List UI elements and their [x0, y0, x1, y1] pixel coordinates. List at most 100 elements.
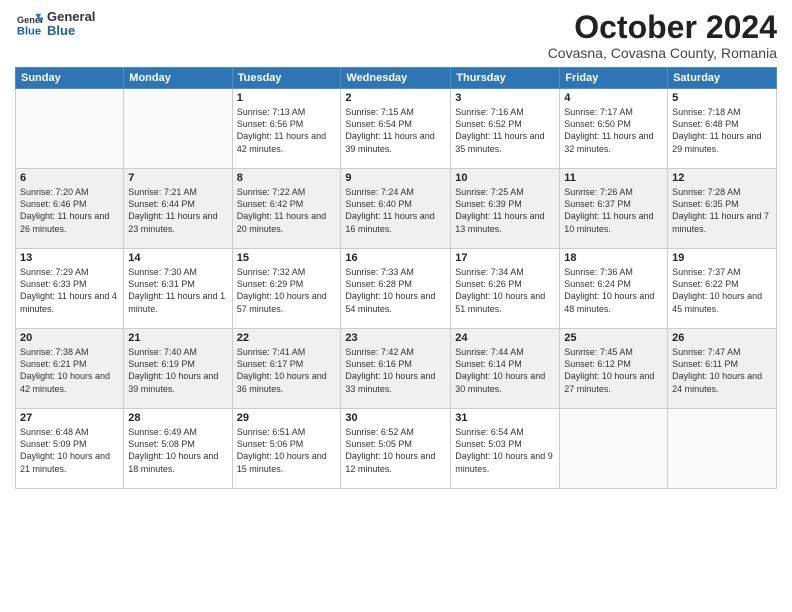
day-number: 4: [564, 92, 663, 104]
header: General Blue General Blue October 2024 C…: [15, 10, 777, 61]
day-info: Sunrise: 7:25 AMSunset: 6:39 PMDaylight:…: [455, 186, 555, 235]
day-info: Sunrise: 7:30 AMSunset: 6:31 PMDaylight:…: [128, 266, 227, 315]
calendar-cell: 13Sunrise: 7:29 AMSunset: 6:33 PMDayligh…: [16, 249, 124, 329]
calendar: SundayMondayTuesdayWednesdayThursdayFrid…: [15, 67, 777, 489]
calendar-cell: 4 Sunrise: 7:17 AMSunset: 6:50 PMDaylight…: [560, 89, 668, 169]
day-number: 30: [345, 412, 446, 424]
calendar-cell: 5 Sunrise: 7:18 AMSunset: 6:48 PMDaylight…: [668, 89, 777, 169]
day-info: Sunrise: 6:48 AMSunset: 5:09 PMDaylight:…: [20, 426, 119, 475]
day-info: Sunrise: 7:28 AMSunset: 6:35 PMDaylight:…: [672, 186, 772, 235]
calendar-cell: 31 Sunrise: 6:54 AMSunset: 5:03 PMDayligh…: [451, 409, 560, 489]
calendar-cell: 27 Sunrise: 6:48 AMSunset: 5:09 PMDayligh…: [16, 409, 124, 489]
day-info: Sunrise: 7:33 AMSunset: 6:28 PMDaylight:…: [345, 266, 446, 315]
weekday-header: Tuesday: [232, 68, 341, 89]
day-info: Sunrise: 6:51 AMSunset: 5:06 PMDaylight:…: [237, 426, 337, 475]
weekday-header: Wednesday: [341, 68, 451, 89]
day-number: 20: [20, 332, 119, 344]
weekday-header: Sunday: [16, 68, 124, 89]
day-number: 17: [455, 252, 555, 264]
calendar-cell: 2 Sunrise: 7:15 AMSunset: 6:54 PMDaylight…: [341, 89, 451, 169]
day-number: 23: [345, 332, 446, 344]
day-number: 19: [672, 252, 772, 264]
day-number: 27: [20, 412, 119, 424]
day-info: Sunrise: 7:18 AMSunset: 6:48 PMDaylight:…: [672, 106, 772, 155]
logo: General Blue General Blue: [15, 10, 95, 39]
calendar-cell: [16, 89, 124, 169]
day-info: Sunrise: 7:41 AMSunset: 6:17 PMDaylight:…: [237, 346, 337, 395]
day-info: Sunrise: 7:42 AMSunset: 6:16 PMDaylight:…: [345, 346, 446, 395]
day-info: Sunrise: 7:45 AMSunset: 6:12 PMDaylight:…: [564, 346, 663, 395]
day-number: 2: [345, 92, 446, 104]
day-number: 24: [455, 332, 555, 344]
month-title: October 2024: [548, 10, 777, 45]
day-info: Sunrise: 6:54 AMSunset: 5:03 PMDaylight:…: [455, 426, 555, 475]
calendar-cell: [668, 409, 777, 489]
day-number: 21: [128, 332, 227, 344]
day-number: 29: [237, 412, 337, 424]
day-info: Sunrise: 7:34 AMSunset: 6:26 PMDaylight:…: [455, 266, 555, 315]
calendar-cell: 29 Sunrise: 6:51 AMSunset: 5:06 PMDayligh…: [232, 409, 341, 489]
calendar-cell: 10 Sunrise: 7:25 AMSunset: 6:39 PMDayligh…: [451, 169, 560, 249]
day-info: Sunrise: 7:36 AMSunset: 6:24 PMDaylight:…: [564, 266, 663, 315]
calendar-cell: 21Sunrise: 7:40 AMSunset: 6:19 PMDayligh…: [124, 329, 232, 409]
day-info: Sunrise: 7:29 AMSunset: 6:33 PMDaylight:…: [20, 266, 119, 315]
calendar-cell: 1Sunrise: 7:13 AMSunset: 6:56 PMDaylight…: [232, 89, 341, 169]
day-number: 31: [455, 412, 555, 424]
logo-general-text: General: [47, 10, 95, 24]
calendar-cell: 20 Sunrise: 7:38 AMSunset: 6:21 PMDayligh…: [16, 329, 124, 409]
calendar-cell: 18 Sunrise: 7:36 AMSunset: 6:24 PMDayligh…: [560, 249, 668, 329]
day-info: Sunrise: 6:49 AMSunset: 5:08 PMDaylight:…: [128, 426, 227, 475]
day-number: 6: [20, 172, 119, 184]
day-number: 28: [128, 412, 227, 424]
calendar-cell: 3 Sunrise: 7:16 AMSunset: 6:52 PMDaylight…: [451, 89, 560, 169]
calendar-header-row: SundayMondayTuesdayWednesdayThursdayFrid…: [16, 68, 777, 89]
day-number: 14: [128, 252, 227, 264]
calendar-cell: 30 Sunrise: 6:52 AMSunset: 5:05 PMDayligh…: [341, 409, 451, 489]
weekday-header: Monday: [124, 68, 232, 89]
day-number: 3: [455, 92, 555, 104]
calendar-cell: 24Sunrise: 7:44 AMSunset: 6:14 PMDayligh…: [451, 329, 560, 409]
day-info: Sunrise: 7:32 AMSunset: 6:29 PMDaylight:…: [237, 266, 337, 315]
day-number: 5: [672, 92, 772, 104]
calendar-week-row: 20 Sunrise: 7:38 AMSunset: 6:21 PMDayligh…: [16, 329, 777, 409]
calendar-cell: 16 Sunrise: 7:33 AMSunset: 6:28 PMDayligh…: [341, 249, 451, 329]
calendar-week-row: 6 Sunrise: 7:20 AMSunset: 6:46 PMDaylight…: [16, 169, 777, 249]
calendar-cell: 6 Sunrise: 7:20 AMSunset: 6:46 PMDaylight…: [16, 169, 124, 249]
weekday-header: Saturday: [668, 68, 777, 89]
weekday-header: Friday: [560, 68, 668, 89]
day-info: Sunrise: 7:26 AMSunset: 6:37 PMDaylight:…: [564, 186, 663, 235]
calendar-cell: 19Sunrise: 7:37 AMSunset: 6:22 PMDayligh…: [668, 249, 777, 329]
calendar-cell: 11 Sunrise: 7:26 AMSunset: 6:37 PMDayligh…: [560, 169, 668, 249]
calendar-cell: 8Sunrise: 7:22 AMSunset: 6:42 PMDaylight…: [232, 169, 341, 249]
title-section: October 2024 Covasna, Covasna County, Ro…: [548, 10, 777, 61]
calendar-cell: 7Sunrise: 7:21 AMSunset: 6:44 PMDaylight…: [124, 169, 232, 249]
svg-text:Blue: Blue: [17, 26, 41, 38]
day-info: Sunrise: 7:21 AMSunset: 6:44 PMDaylight:…: [128, 186, 227, 235]
day-number: 10: [455, 172, 555, 184]
day-info: Sunrise: 7:17 AMSunset: 6:50 PMDaylight:…: [564, 106, 663, 155]
day-number: 8: [237, 172, 337, 184]
day-info: Sunrise: 6:52 AMSunset: 5:05 PMDaylight:…: [345, 426, 446, 475]
day-number: 9: [345, 172, 446, 184]
day-info: Sunrise: 7:16 AMSunset: 6:52 PMDaylight:…: [455, 106, 555, 155]
calendar-cell: 12Sunrise: 7:28 AMSunset: 6:35 PMDayligh…: [668, 169, 777, 249]
day-info: Sunrise: 7:15 AMSunset: 6:54 PMDaylight:…: [345, 106, 446, 155]
calendar-cell: 26Sunrise: 7:47 AMSunset: 6:11 PMDayligh…: [668, 329, 777, 409]
day-number: 18: [564, 252, 663, 264]
day-info: Sunrise: 7:24 AMSunset: 6:40 PMDaylight:…: [345, 186, 446, 235]
calendar-cell: 28 Sunrise: 6:49 AMSunset: 5:08 PMDayligh…: [124, 409, 232, 489]
logo-icon: General Blue: [15, 10, 43, 38]
calendar-cell: 15Sunrise: 7:32 AMSunset: 6:29 PMDayligh…: [232, 249, 341, 329]
calendar-cell: 23 Sunrise: 7:42 AMSunset: 6:16 PMDayligh…: [341, 329, 451, 409]
calendar-week-row: 27 Sunrise: 6:48 AMSunset: 5:09 PMDayligh…: [16, 409, 777, 489]
calendar-cell: [124, 89, 232, 169]
day-number: 16: [345, 252, 446, 264]
calendar-cell: 22 Sunrise: 7:41 AMSunset: 6:17 PMDayligh…: [232, 329, 341, 409]
day-number: 11: [564, 172, 663, 184]
day-info: Sunrise: 7:20 AMSunset: 6:46 PMDaylight:…: [20, 186, 119, 235]
day-number: 22: [237, 332, 337, 344]
day-number: 1: [237, 92, 337, 104]
day-info: Sunrise: 7:38 AMSunset: 6:21 PMDaylight:…: [20, 346, 119, 395]
location: Covasna, Covasna County, Romania: [548, 45, 777, 61]
weekday-header: Thursday: [451, 68, 560, 89]
